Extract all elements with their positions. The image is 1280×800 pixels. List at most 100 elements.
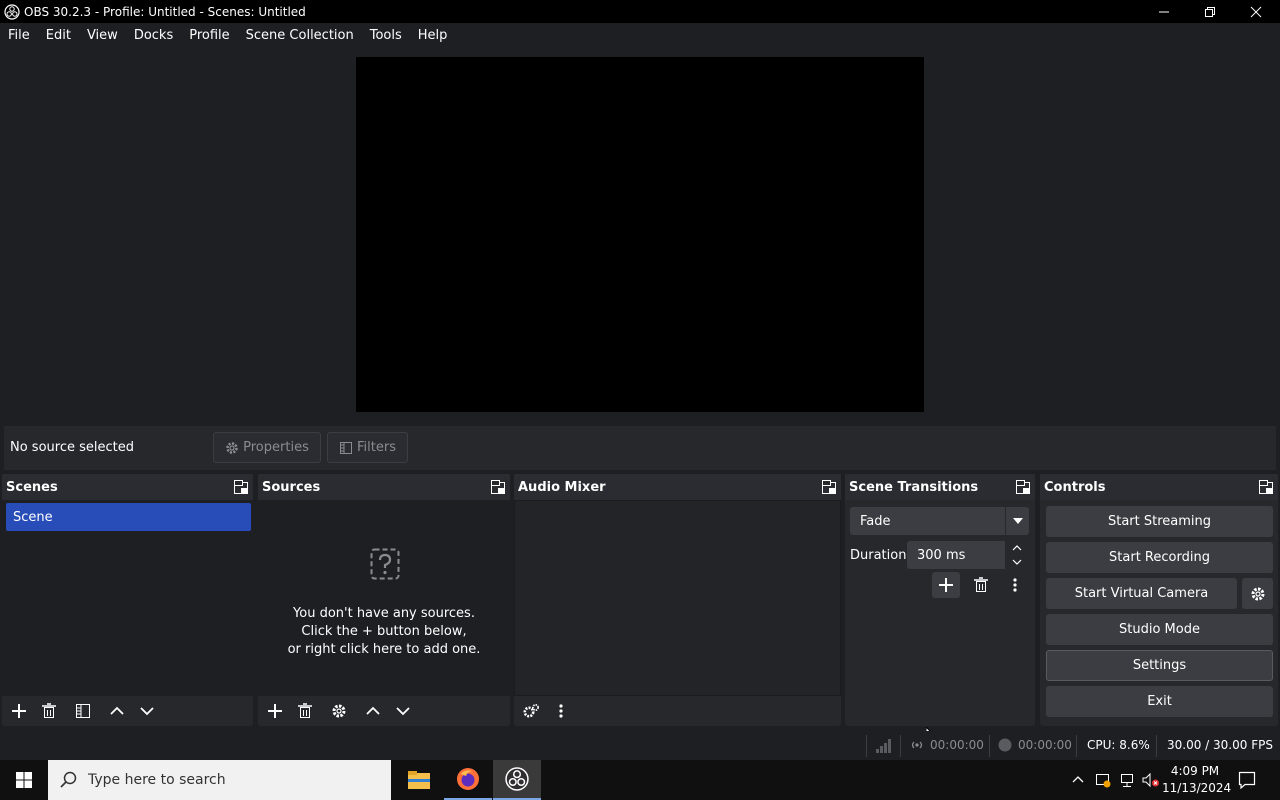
close-button[interactable] (1233, 0, 1279, 23)
scene-filters-button[interactable] (68, 698, 98, 724)
plus-icon (939, 578, 953, 592)
cpu-usage: CPU: 8.6% (1087, 738, 1150, 752)
remove-scene-button[interactable] (34, 698, 64, 724)
add-scene-button[interactable] (4, 698, 34, 724)
remove-transition-button[interactable] (967, 572, 995, 598)
mixer-area[interactable] (514, 500, 841, 696)
mixer-toolbar (514, 696, 841, 726)
menu-file[interactable]: File (0, 28, 38, 43)
remove-source-button[interactable] (290, 698, 320, 724)
chevron-up-icon[interactable] (1072, 774, 1084, 784)
scene-transitions-dock: Scene Transitions Fade Duration 300 ms (845, 474, 1035, 726)
source-context-bar: No source selected Properties Filters (4, 426, 1276, 470)
gear-icon (332, 704, 346, 718)
sources-list[interactable]: You don't have any sources. Click the + … (258, 500, 510, 696)
menu-help[interactable]: Help (410, 28, 456, 43)
start-button[interactable] (0, 760, 48, 800)
undock-icon[interactable] (1015, 479, 1031, 495)
scene-item[interactable]: Scene (6, 503, 251, 531)
preview-canvas[interactable] (356, 57, 924, 412)
menu-profile[interactable]: Profile (181, 28, 237, 43)
scenes-dock-title: Scenes (2, 474, 253, 500)
minimize-button[interactable] (1141, 0, 1187, 23)
taskbar-search-box[interactable]: Type here to search (48, 760, 391, 800)
scenes-list[interactable]: Scene (2, 500, 253, 696)
chevron-up-icon (366, 706, 380, 715)
restore-icon (1205, 6, 1215, 17)
cpu-text: CPU: 8.6% (1087, 738, 1150, 752)
undock-icon[interactable] (821, 479, 837, 495)
advanced-audio-properties-button[interactable] (516, 698, 546, 724)
title-bar: OBS 30.2.3 - Profile: Untitled - Scenes:… (0, 0, 1280, 23)
move-source-up-button[interactable] (358, 698, 388, 724)
menu-view[interactable]: View (79, 28, 126, 43)
menu-docks[interactable]: Docks (126, 28, 181, 43)
add-transition-button[interactable] (932, 572, 960, 598)
chevron-down-icon (396, 707, 410, 716)
menu-tools[interactable]: Tools (362, 28, 410, 43)
duration-spinbox[interactable]: 300 ms (907, 541, 1029, 569)
transition-select[interactable]: Fade (850, 507, 1029, 535)
undock-icon[interactable] (233, 479, 249, 495)
add-source-button[interactable] (260, 698, 290, 724)
filters-button[interactable]: Filters (327, 432, 408, 463)
mixer-dock-title: Audio Mixer (514, 474, 841, 500)
duration-stepper[interactable] (1005, 541, 1029, 569)
status-separator (1156, 735, 1157, 757)
virtual-camera-settings-button[interactable] (1242, 578, 1273, 609)
undock-icon[interactable] (1258, 479, 1274, 495)
move-scene-down-button[interactable] (132, 698, 162, 724)
start-virtual-camera-button[interactable]: Start Virtual Camera (1046, 578, 1237, 609)
obs-taskbar-button[interactable] (493, 760, 541, 800)
status-separator (1076, 735, 1077, 757)
duration-label: Duration (850, 548, 907, 563)
firefox-icon (457, 768, 479, 790)
volume-muted-icon[interactable] (1142, 772, 1160, 788)
chevron-up-icon[interactable] (1012, 545, 1022, 551)
move-source-down-button[interactable] (388, 698, 418, 724)
network-bars-icon (876, 739, 891, 753)
mixer-menu-button[interactable] (546, 698, 576, 724)
trash-icon (298, 703, 312, 718)
move-scene-up-button[interactable] (102, 698, 132, 724)
settings-button[interactable]: Settings (1046, 650, 1273, 681)
stream-time: 00:00:00 (930, 738, 984, 752)
restore-button[interactable] (1187, 0, 1233, 23)
controls-dock: Controls Start Streaming Start Recording… (1040, 474, 1278, 726)
start-recording-button[interactable]: Start Recording (1046, 542, 1273, 573)
exit-button[interactable]: Exit (1046, 686, 1273, 717)
taskbar-clock[interactable]: 4:09 PM 11/13/2024 (1162, 763, 1232, 797)
sources-dock-title: Sources (258, 474, 510, 500)
properties-label: Properties (243, 440, 309, 455)
source-properties-button[interactable] (324, 698, 354, 724)
caret-down-icon (1012, 518, 1023, 524)
clock-time: 4:09 PM (1170, 764, 1220, 778)
menu-scene-collection[interactable]: Scene Collection (238, 28, 362, 43)
transition-dropdown-button[interactable] (1005, 507, 1029, 535)
network-tray-icon[interactable] (1119, 772, 1135, 788)
menu-edit[interactable]: Edit (38, 28, 79, 43)
undock-icon[interactable] (490, 479, 506, 495)
chevron-down-icon[interactable] (1012, 559, 1022, 565)
file-explorer-taskbar-button[interactable] (395, 760, 443, 800)
transition-menu-button[interactable] (1001, 572, 1029, 598)
firefox-taskbar-button[interactable] (444, 760, 492, 800)
empty-line-2: Click the + button below, (301, 624, 467, 639)
scenes-toolbar (2, 696, 253, 726)
studio-mode-button[interactable]: Studio Mode (1046, 614, 1273, 645)
security-tray-icon[interactable] (1095, 772, 1111, 788)
notification-icon[interactable] (1238, 771, 1256, 789)
sources-toolbar (258, 696, 510, 726)
properties-button[interactable]: Properties (213, 432, 321, 463)
gear-icon (226, 441, 238, 454)
recording-time: 00:00:00 (1018, 738, 1072, 752)
fps-display: 30.00 / 30.00 FPS (1167, 738, 1273, 752)
kebab-menu-icon (559, 704, 563, 718)
start-streaming-button[interactable]: Start Streaming (1046, 506, 1273, 537)
close-icon (1250, 6, 1262, 17)
plus-icon (268, 704, 282, 718)
trash-icon (974, 577, 988, 592)
obs-logo-icon (4, 3, 20, 20)
chevron-up-icon (110, 706, 124, 715)
clock-date: 11/13/2024 (1162, 781, 1232, 795)
